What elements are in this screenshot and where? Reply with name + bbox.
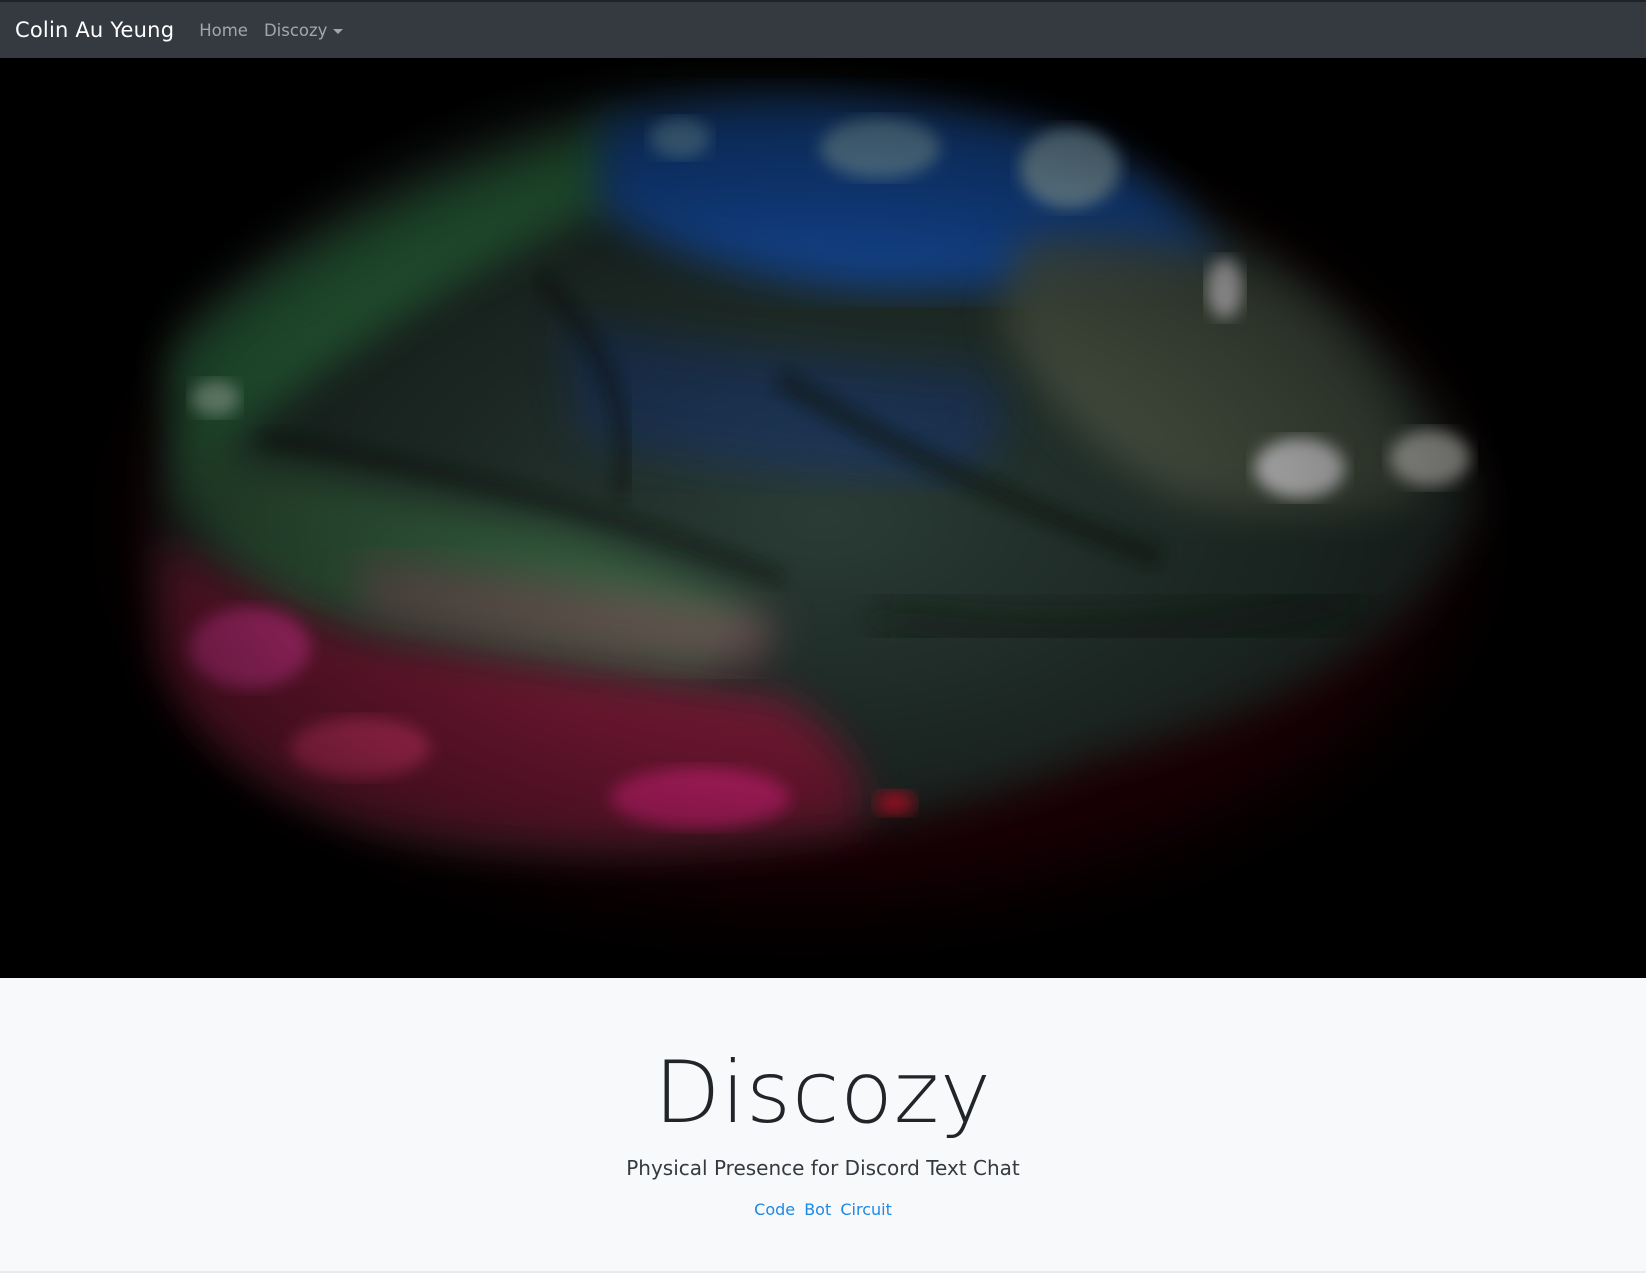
page-title: Discozy (654, 1043, 992, 1143)
navbar-brand[interactable]: Colin Au Yeung (15, 18, 174, 42)
project-links: Code Bot Circuit (0, 1202, 1646, 1218)
nav-dropdown-discozy-label: Discozy (263, 20, 328, 40)
masthead: Discozy Physical Presence for Discord Te… (0, 978, 1646, 1273)
circuit-link[interactable]: Circuit (840, 1200, 892, 1219)
nav-link-home[interactable]: Home (199, 21, 248, 40)
hero-image (0, 58, 1646, 978)
top-navbar: Colin Au Yeung Home Discozy (0, 0, 1646, 58)
code-link[interactable]: Code (754, 1200, 795, 1219)
bot-link[interactable]: Bot (804, 1200, 831, 1219)
caret-down-icon (333, 28, 344, 34)
nav-dropdown-discozy[interactable]: Discozy (263, 20, 344, 40)
glowing-fabric-photo (0, 58, 1646, 978)
page-subtitle: Physical Presence for Discord Text Chat (626, 1156, 1020, 1180)
nav-link-home-label: Home (199, 20, 248, 40)
